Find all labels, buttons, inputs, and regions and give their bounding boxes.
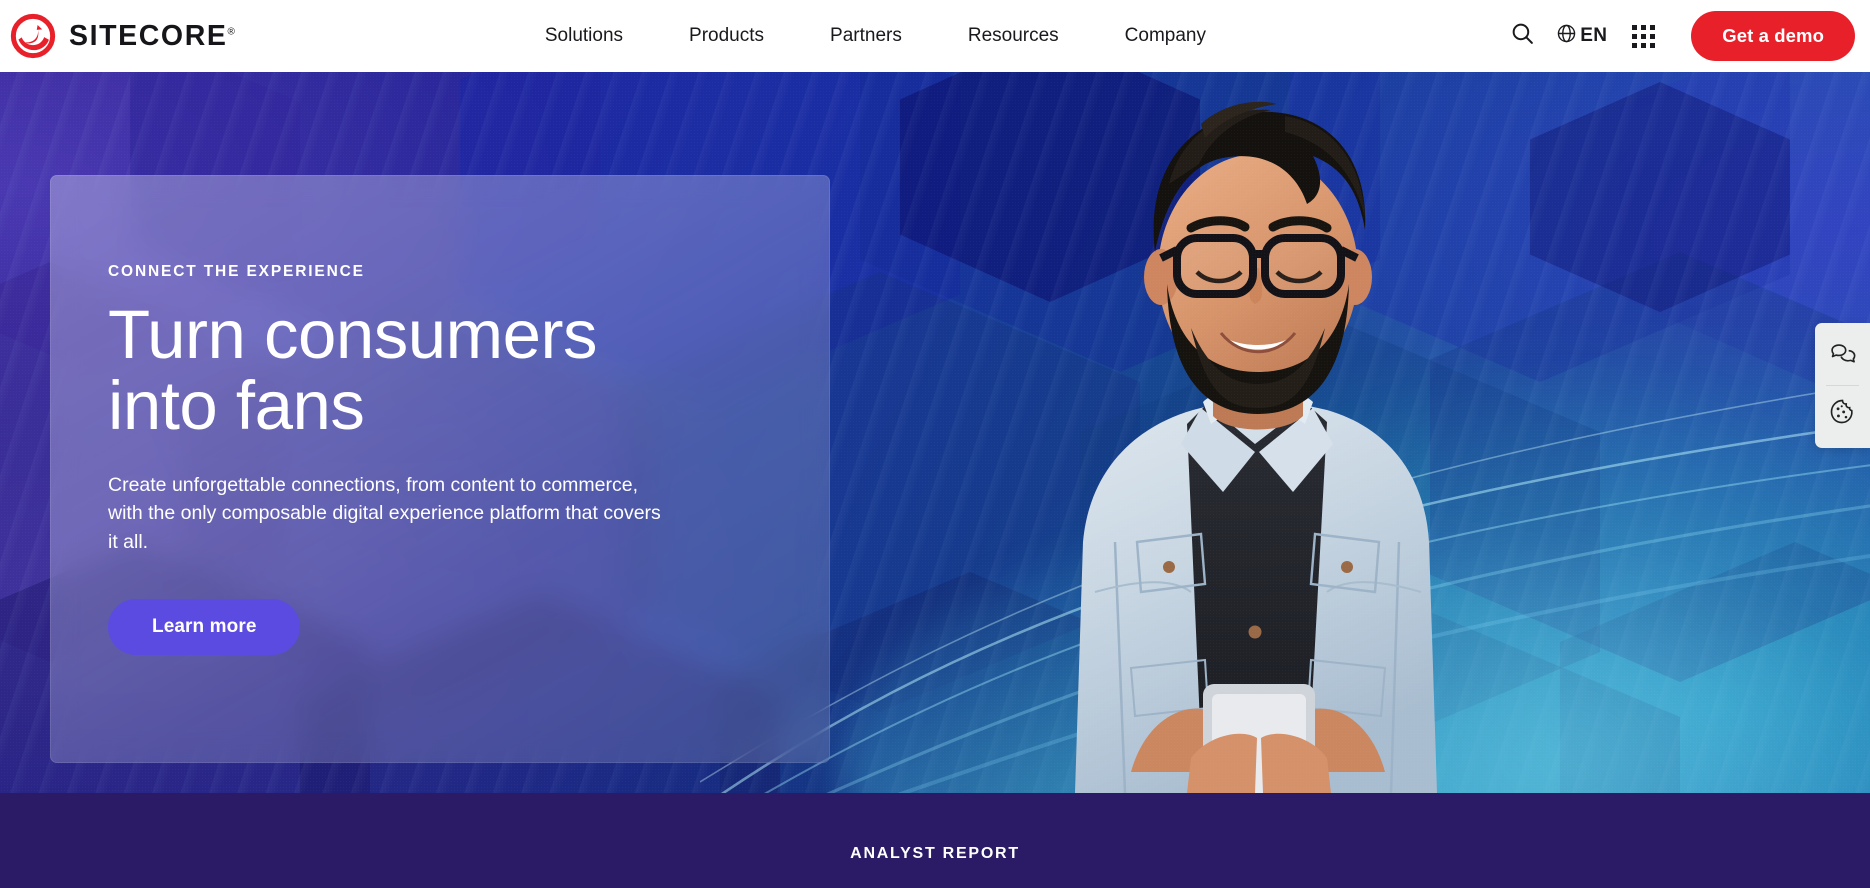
apps-grid-button[interactable] bbox=[1622, 15, 1664, 57]
hero-subcopy: Create unforgettable connections, from c… bbox=[108, 473, 661, 554]
cookie-settings-button[interactable] bbox=[1815, 386, 1870, 442]
grid-apps-icon bbox=[1631, 24, 1655, 48]
logo-wordmark: SITECORE® bbox=[69, 19, 235, 52]
nav-item-products[interactable]: Products bbox=[656, 0, 797, 72]
language-selector[interactable]: EN bbox=[1556, 23, 1607, 49]
registered-mark: ® bbox=[227, 26, 235, 38]
search-button[interactable] bbox=[1500, 14, 1544, 58]
learn-more-button[interactable]: Learn more bbox=[108, 598, 301, 655]
nav-item-company[interactable]: Company bbox=[1092, 0, 1239, 72]
headline-line-2: into fans bbox=[108, 367, 365, 445]
search-icon bbox=[1510, 21, 1535, 51]
nav-item-resources[interactable]: Resources bbox=[935, 0, 1092, 72]
headline-line-1: Turn consumers bbox=[108, 296, 597, 373]
nav-item-partners[interactable]: Partners bbox=[797, 0, 935, 72]
floating-side-widget bbox=[1815, 323, 1870, 448]
hero-headline: Turn consumers into fans bbox=[108, 299, 728, 442]
header-utility-area: EN Get a demo bbox=[1500, 11, 1870, 61]
site-header: SITECORE® Solutions Products Partners Re… bbox=[0, 0, 1870, 72]
hero-content-card: CONNECT THE EXPERIENCE Turn consumers in… bbox=[50, 175, 830, 763]
logo-link[interactable]: SITECORE® bbox=[10, 13, 235, 59]
get-a-demo-button[interactable]: Get a demo bbox=[1691, 11, 1855, 61]
analyst-report-band: ANALYST REPORT bbox=[0, 793, 1870, 888]
sitecore-circle-logo-icon bbox=[10, 13, 56, 59]
hero-section: CONNECT THE EXPERIENCE Turn consumers in… bbox=[0, 72, 1870, 793]
hero-eyebrow: CONNECT THE EXPERIENCE bbox=[108, 263, 365, 280]
primary-navigation: Solutions Products Partners Resources Co… bbox=[512, 0, 1239, 72]
chat-button[interactable] bbox=[1815, 329, 1870, 385]
nav-item-solutions[interactable]: Solutions bbox=[512, 0, 656, 72]
language-label: EN bbox=[1580, 25, 1608, 46]
cookie-icon bbox=[1829, 398, 1856, 430]
analyst-report-label: ANALYST REPORT bbox=[850, 845, 1020, 862]
chat-bubbles-icon bbox=[1829, 341, 1856, 373]
globe-icon bbox=[1556, 23, 1577, 49]
